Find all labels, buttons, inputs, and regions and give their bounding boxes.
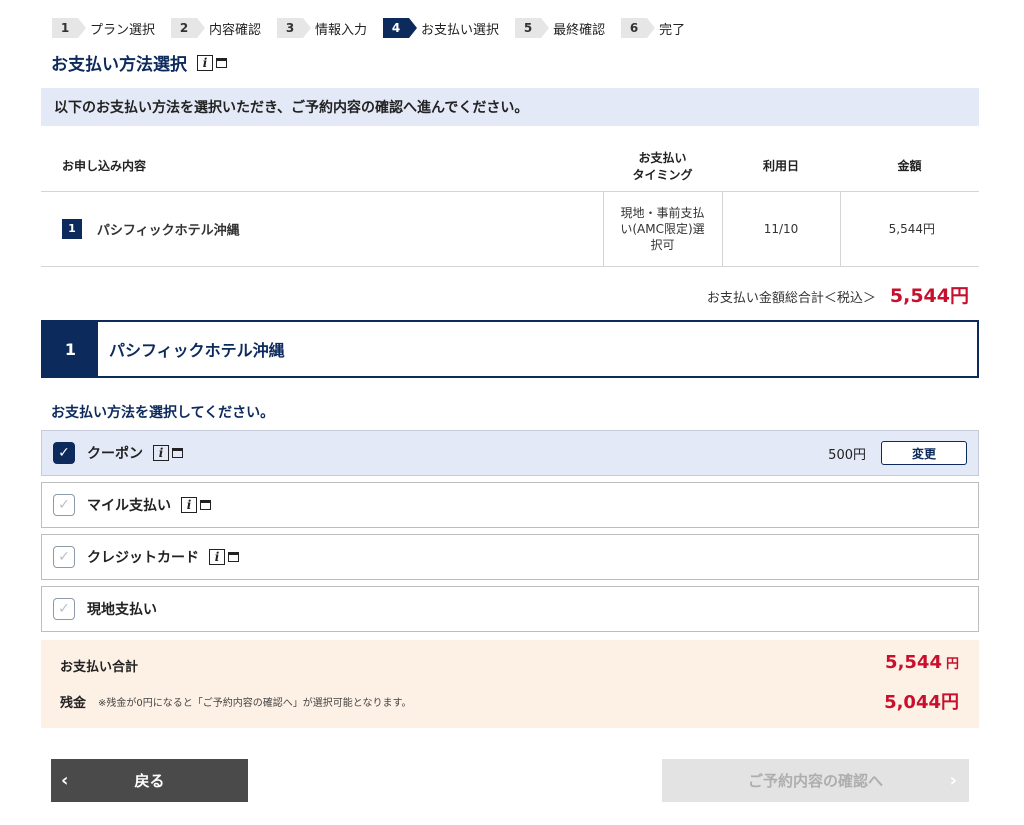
step-number: 4 — [383, 18, 418, 38]
payment-total-label: お支払い合計 — [60, 660, 139, 675]
step-1: 1 プラン選択 — [52, 18, 155, 38]
reservation-table: お申し込み内容 お支払い タイミング 利用日 金額 1 パシフィックホテル沖縄 … — [41, 141, 979, 267]
step-label: 情報入力 — [315, 22, 368, 38]
new-window-icon — [228, 552, 239, 562]
info-popup-link[interactable]: i — [197, 54, 227, 71]
grand-total-amount: 5,544円 — [889, 285, 969, 307]
back-button[interactable]: ‹ 戻る — [51, 759, 248, 802]
balance-amount: 5,044円 — [884, 692, 959, 713]
step-number: 1 — [52, 18, 86, 38]
back-button-label: 戻る — [134, 772, 165, 790]
step-indicator: 1 プラン選択 2 内容確認 3 情報入力 4 お支払い選択 5 最終確認 6 … — [52, 17, 701, 39]
change-button[interactable]: 変更 — [881, 441, 967, 465]
step-number: 2 — [171, 18, 206, 38]
hotel-name: パシフィックホテル沖縄 — [96, 223, 240, 238]
grand-total-label: お支払い金額総合計＜税込＞ — [706, 291, 876, 306]
new-window-icon — [200, 500, 211, 510]
section-number: 1 — [43, 322, 98, 376]
new-window-icon — [172, 448, 183, 458]
option-label: 現地支払い — [87, 602, 157, 618]
item-amount: 5,544円 — [839, 191, 979, 267]
payment-summary: お支払い合計 5,544 円 残金 ※残金が0円になると「ご予約内容の確認へ」が選… — [41, 640, 979, 728]
step-number: 3 — [277, 18, 312, 38]
step-number: 5 — [515, 18, 550, 38]
info-icon: i — [197, 54, 213, 71]
confirm-button-label: ご予約内容の確認へ — [747, 772, 883, 790]
checkbox-icon[interactable]: ✓ — [53, 494, 75, 516]
header-date: 利用日 — [722, 141, 840, 192]
reservation-item: 1 パシフィックホテル沖縄 — [41, 191, 603, 267]
checkbox-icon[interactable]: ✓ — [53, 546, 75, 568]
balance-note: ※残金が0円になると「ご予約内容の確認へ」が選択可能となります。 — [98, 698, 412, 709]
table-header-row: お申し込み内容 お支払い タイミング 利用日 金額 — [41, 141, 979, 192]
step-2: 2 内容確認 — [171, 18, 261, 38]
hotel-section-header: 1 パシフィックホテル沖縄 — [41, 320, 979, 378]
payment-option-credit-card[interactable]: ✓ クレジットカード i — [41, 534, 979, 580]
payment-total-value: 5,544 — [885, 652, 942, 673]
chevron-left-icon: ‹ — [61, 770, 69, 791]
grand-total: お支払い金額総合計＜税込＞ 5,544円 — [707, 281, 969, 308]
step-label: プラン選択 — [90, 22, 156, 38]
checkbox-icon[interactable]: ✓ — [53, 598, 75, 620]
header-timing: お支払い タイミング — [603, 141, 722, 192]
option-label: マイル支払い — [87, 498, 171, 514]
step-6: 6 完了 — [621, 18, 685, 38]
payment-option-miles[interactable]: ✓ マイル支払い i — [41, 482, 979, 528]
new-window-icon — [216, 57, 227, 68]
chevron-right-icon: › — [949, 770, 957, 791]
info-popup-link[interactable]: i — [209, 549, 239, 565]
step-label: 最終確認 — [553, 22, 606, 38]
checkbox-checked-icon[interactable]: ✓ — [53, 442, 75, 464]
usage-date: 11/10 — [721, 191, 840, 267]
step-5: 5 最終確認 — [515, 18, 605, 38]
info-icon: i — [209, 549, 225, 565]
step-number: 6 — [621, 18, 656, 38]
info-icon: i — [181, 497, 197, 513]
page-title-row: お支払い方法選択 i — [51, 50, 227, 75]
coupon-amount: 500円 — [828, 447, 866, 463]
step-label: 内容確認 — [209, 22, 262, 38]
timing-line3: 択可 — [650, 237, 675, 252]
item-number-badge: 1 — [62, 218, 82, 239]
payment-total-unit: 円 — [945, 657, 959, 672]
timing-line2: い(AMC限定)選 — [620, 221, 705, 236]
step-label: お支払い選択 — [421, 22, 500, 38]
payment-method-prompt: お支払い方法を選択してください。 — [51, 405, 275, 421]
info-popup-link[interactable]: i — [153, 445, 183, 461]
header-content: お申し込み内容 — [41, 141, 603, 192]
payment-timing: 現地・事前支払 い(AMC限定)選 択可 — [602, 191, 722, 267]
confirm-reservation-button[interactable]: ご予約内容の確認へ › — [662, 759, 969, 802]
payment-option-onsite[interactable]: ✓ 現地支払い — [41, 586, 979, 632]
instruction-banner: 以下のお支払い方法を選択いただき、ご予約内容の確認へ進んでください。 — [41, 88, 979, 126]
payment-option-coupon[interactable]: ✓ クーポン i 500円 変更 — [41, 430, 979, 476]
option-label: クーポン — [87, 446, 143, 462]
info-icon: i — [153, 445, 169, 461]
step-4-current: 4 お支払い選択 — [383, 18, 499, 38]
section-title: パシフィックホテル沖縄 — [109, 341, 285, 360]
table-row: 1 パシフィックホテル沖縄 現地・事前支払 い(AMC限定)選 択可 11/10… — [41, 191, 979, 267]
info-popup-link[interactable]: i — [181, 497, 211, 513]
header-timing-line1: お支払い — [638, 150, 687, 165]
page-title: お支払い方法選択 — [51, 55, 187, 75]
balance-label: 残金 — [60, 696, 87, 711]
payment-total-amount: 5,544 円 — [885, 652, 959, 673]
option-label: クレジットカード — [87, 550, 199, 566]
header-timing-line2: タイミング — [632, 167, 693, 182]
timing-line1: 現地・事前支払 — [620, 205, 705, 220]
step-3: 3 情報入力 — [277, 18, 367, 38]
step-label: 完了 — [659, 22, 686, 38]
header-amount: 金額 — [840, 141, 979, 192]
